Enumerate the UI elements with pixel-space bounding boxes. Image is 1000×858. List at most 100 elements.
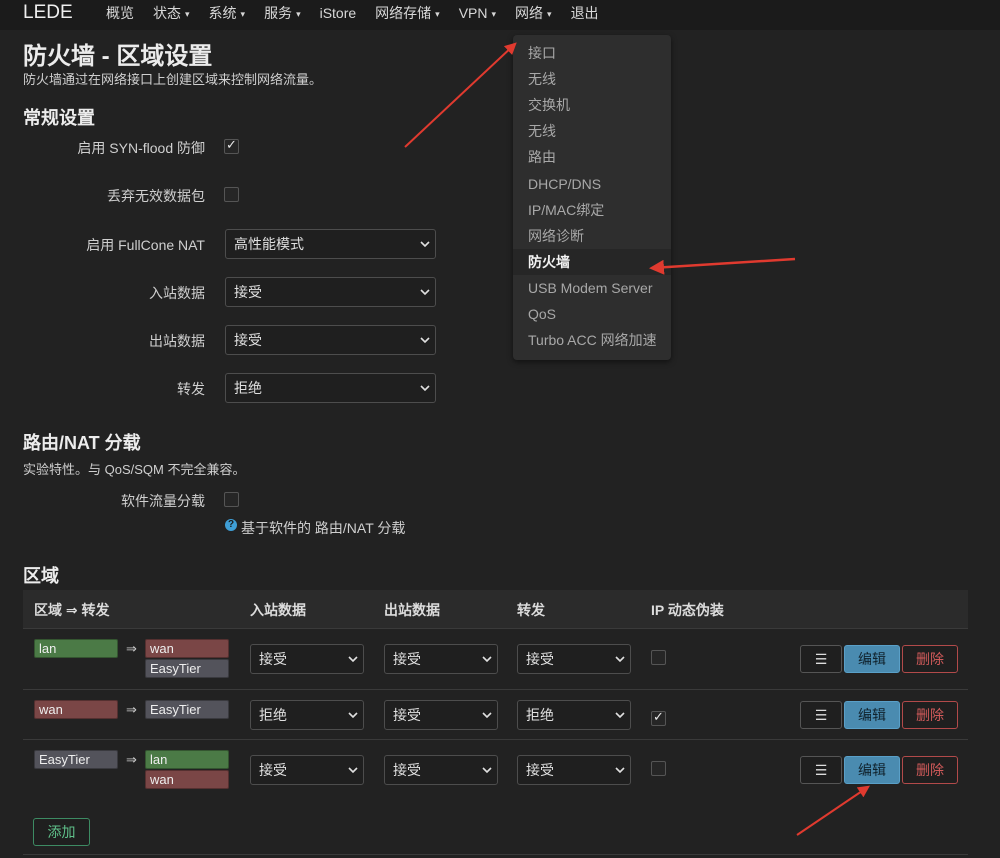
row-divider: [23, 628, 968, 629]
syn-flood-checkbox[interactable]: [224, 137, 239, 154]
zone-tag: wan: [34, 700, 118, 719]
offload-heading: 路由/NAT 分载: [23, 433, 141, 453]
forward-policy-select[interactable]: 拒绝: [225, 373, 436, 403]
chevron-down-icon: [615, 767, 625, 774]
add-zone-button[interactable]: 添加: [33, 818, 90, 846]
dropdown-menu-item[interactable]: IP/MAC绑定: [513, 197, 671, 223]
zone-input-select[interactable]: 接受: [250, 644, 364, 674]
forward-arrow: ⇒: [126, 702, 137, 717]
row-menu-button[interactable]: ☰: [800, 700, 842, 729]
row-divider: [23, 689, 968, 690]
input-policy-label: 入站数据: [149, 285, 205, 301]
chevron-down-icon: [420, 337, 430, 344]
syn-flood-label: 启用 SYN-flood 防御: [77, 140, 205, 156]
brand-logo[interactable]: LEDE: [23, 2, 73, 24]
fullcone-nat-select[interactable]: 高性能模式: [225, 229, 436, 259]
nav-item[interactable]: 服务 ▾: [264, 0, 301, 30]
row-menu-button[interactable]: ☰: [800, 645, 842, 673]
forward-arrow: ⇒: [126, 641, 137, 656]
zone-output-select-value: 接受: [393, 651, 421, 667]
nav-item-label: 网络: [515, 5, 544, 21]
delete-zone-button[interactable]: 删除: [902, 700, 958, 729]
nav-item[interactable]: VPN ▾: [459, 0, 496, 30]
chevron-down-icon: [482, 767, 492, 774]
chevron-down-icon: [348, 711, 358, 718]
zone-output-select-value: 接受: [393, 706, 421, 723]
masquerade-checkbox[interactable]: [651, 709, 666, 726]
network-dropdown-menu: 接口 无线 交换机 无线 路由 DHCP/DNS IP/MAC绑定 网络诊断 防火墙 USB Mo…: [513, 35, 671, 360]
dropdown-menu-item[interactable]: Turbo ACC 网络加速: [513, 327, 671, 353]
caret-down-icon: ▾: [185, 9, 190, 19]
chevron-down-icon: [420, 289, 430, 296]
zones-table-header: [23, 590, 968, 628]
dropdown-menu-item[interactable]: 无线: [513, 66, 671, 92]
zone-tag: lan: [34, 639, 118, 658]
zone-input-select-value: 拒绝: [259, 706, 287, 723]
forward-target-tag: EasyTier: [145, 659, 229, 678]
nav-item-label: 网络存储: [375, 5, 432, 21]
nav-item-label: 状态: [153, 5, 181, 21]
output-policy-select[interactable]: 接受: [225, 325, 436, 355]
nav-item[interactable]: 状态 ▾: [153, 0, 190, 30]
zone-output-select[interactable]: 接受: [384, 755, 498, 785]
input-policy-select[interactable]: 接受: [225, 277, 436, 307]
forward-target-tag: wan: [145, 639, 229, 658]
column-input: 入站数据: [250, 602, 306, 618]
forward-policy-value: 拒绝: [234, 380, 262, 396]
dropdown-menu-item[interactable]: 接口: [513, 40, 671, 66]
dropdown-menu-item[interactable]: QoS: [513, 301, 671, 327]
masquerade-checkbox[interactable]: [651, 761, 666, 776]
dropdown-menu-item[interactable]: USB Modem Server: [513, 275, 671, 301]
dropdown-menu-item[interactable]: 防火墙: [513, 248, 671, 275]
annotation-overlay: [404, 42, 870, 836]
question-circle-icon: ?: [225, 519, 237, 531]
edit-zone-button[interactable]: 编辑: [844, 700, 900, 729]
delete-zone-button[interactable]: 删除: [902, 645, 958, 673]
dropdown-menu-item[interactable]: 网络诊断: [513, 223, 671, 249]
nav-item-label: 服务: [264, 5, 293, 21]
column-output: 出站数据: [384, 602, 440, 618]
nav-item-label: 概览: [106, 5, 134, 21]
forward-target-tag: lan: [145, 750, 229, 769]
nav-item[interactable]: 网络 ▾: [515, 0, 552, 30]
delete-zone-button[interactable]: 删除: [902, 756, 958, 784]
edit-zone-button[interactable]: 编辑: [844, 756, 900, 784]
zone-input-select-value: 接受: [259, 651, 287, 667]
software-offload-help: 基于软件的 路由/NAT 分载: [241, 520, 406, 536]
page-title: 防火墙 - 区域设置: [23, 43, 213, 70]
software-offload-checkbox[interactable]: [224, 492, 239, 507]
zone-forward-select[interactable]: 接受: [517, 755, 631, 785]
drop-invalid-checkbox[interactable]: [224, 187, 239, 202]
nav-item[interactable]: 系统 ▾: [209, 0, 246, 30]
nav-item[interactable]: 网络存储 ▾: [375, 0, 440, 30]
dropdown-menu-item[interactable]: 交换机: [513, 92, 671, 118]
output-policy-value: 接受: [234, 332, 262, 348]
zone-input-select[interactable]: 接受: [250, 755, 364, 785]
edit-zone-button[interactable]: 编辑: [844, 645, 900, 673]
zone-output-select[interactable]: 接受: [384, 699, 498, 730]
nav-item[interactable]: 退出: [571, 0, 599, 30]
chevron-down-icon: [482, 656, 492, 663]
main-nav: 概览 状态 ▾ 系统 ▾ 服务 ▾ iStore 网络存储 ▾ VPN ▾ 网络 ▾ 退出: [106, 0, 618, 30]
drop-invalid-label: 丢弃无效数据包: [107, 188, 205, 204]
row-menu-button[interactable]: ☰: [800, 756, 842, 784]
zone-forward-select[interactable]: 拒绝: [517, 699, 631, 730]
masquerade-checkbox[interactable]: [651, 650, 666, 665]
zone-forward-select-value: 接受: [526, 651, 554, 667]
nav-item-label: 退出: [570, 5, 599, 21]
chevron-down-icon: [348, 656, 358, 663]
chevron-down-icon: [348, 767, 358, 774]
dropdown-menu-item[interactable]: 无线: [513, 118, 671, 144]
nav-item[interactable]: iStore: [320, 0, 357, 30]
dropdown-menu-item[interactable]: 路由: [513, 144, 671, 170]
dropdown-menu-item[interactable]: DHCP/DNS: [513, 171, 671, 197]
zone-forward-select[interactable]: 接受: [517, 644, 631, 674]
forward-target-tag: wan: [145, 770, 229, 789]
annotation-arrow-icon: [649, 257, 796, 275]
zone-forward-select-value: 接受: [526, 762, 554, 778]
zone-output-select[interactable]: 接受: [384, 644, 498, 674]
zone-output-select-value: 接受: [393, 762, 421, 778]
nav-item[interactable]: 概览: [106, 0, 134, 30]
nav-item-label: VPN: [458, 5, 488, 21]
zone-input-select[interactable]: 拒绝: [250, 699, 364, 730]
